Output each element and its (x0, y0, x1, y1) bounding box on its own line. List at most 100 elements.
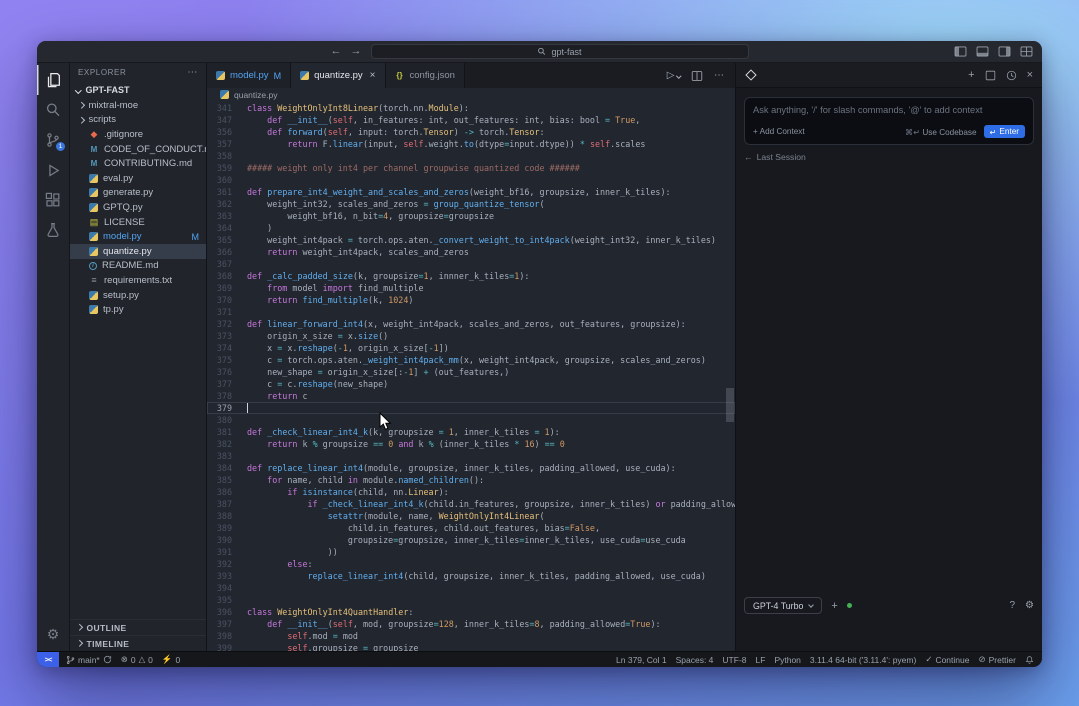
code-line-395[interactable]: 395 (207, 594, 735, 606)
file-item-tp-py[interactable]: tp.py (70, 302, 206, 317)
code-line-388[interactable]: 388 setattr(module, name, WeightOnlyInt4… (207, 510, 735, 522)
settings-gear-icon[interactable]: ⚙ (37, 621, 69, 651)
code-line-371[interactable]: 371 (207, 306, 735, 318)
run-debug-icon[interactable] (37, 155, 69, 185)
code-line-363[interactable]: 363 weight_bf16, n_bit=4, groupsize=grou… (207, 210, 735, 222)
file-item-contributing-md[interactable]: MCONTRIBUTING.md (70, 156, 206, 171)
code-line-364[interactable]: 364 ) (207, 222, 735, 234)
add-context-button[interactable]: + Add Context (753, 127, 805, 136)
code-line-357[interactable]: 357 return F.linear(input, self.weight.t… (207, 138, 735, 150)
code-line-375[interactable]: 375 c = torch.ops.aten._weight_int4pack_… (207, 354, 735, 366)
maximize-panel-icon[interactable] (985, 70, 996, 81)
code-line-358[interactable]: 358 (207, 150, 735, 162)
code-line-373[interactable]: 373 origin_x_size = x.size() (207, 330, 735, 342)
code-line-370[interactable]: 370 return find_multiple(k, 1024) (207, 294, 735, 306)
file-item-license[interactable]: ▤LICENSE (70, 215, 206, 230)
tab-config-json[interactable]: {}config.json (386, 63, 465, 88)
code-line-369[interactable]: 369 from model import find_multiple (207, 282, 735, 294)
use-codebase-button[interactable]: ⌘↵ Use Codebase (905, 127, 977, 137)
code-line-399[interactable]: 399 self.groupsize = groupsize (207, 642, 735, 651)
git-branch-indicator[interactable]: main* (66, 655, 112, 665)
python-interpreter[interactable]: 3.11.4 64-bit ('3.11.4': pyem) (810, 655, 916, 665)
enter-button[interactable]: ↵ Enter (984, 125, 1025, 138)
file-item-readme-md[interactable]: iREADME.md (70, 259, 206, 274)
code-line-377[interactable]: 377 c = c.reshape(new_shape) (207, 378, 735, 390)
extensions-icon[interactable] (37, 185, 69, 215)
code-line-376[interactable]: 376 new_shape = origin_x_size[:-1] + (ou… (207, 366, 735, 378)
code-line-386[interactable]: 386 if isinstance(child, nn.Linear): (207, 486, 735, 498)
customize-layout-icon[interactable] (1020, 45, 1033, 58)
code-line-381[interactable]: 381def _check_linear_int4_k(k, groupsize… (207, 426, 735, 438)
forward-button[interactable]: → (351, 46, 362, 57)
code-line-393[interactable]: 393 replace_linear_int4(child, groupsize… (207, 570, 735, 582)
code-line-379[interactable]: 379 (207, 402, 735, 414)
code-line-394[interactable]: 394 (207, 582, 735, 594)
code-line-347[interactable]: 347 def __init__(self, in_features: int,… (207, 114, 735, 126)
continue-status[interactable]: ✓ Continue (925, 654, 969, 665)
code-line-383[interactable]: 383 (207, 450, 735, 462)
file-item-code-of-conduct-md[interactable]: MCODE_OF_CONDUCT.md (70, 142, 206, 157)
code-line-384[interactable]: 384def replace_linear_int4(module, group… (207, 462, 735, 474)
editor-scrollbar[interactable] (726, 388, 734, 422)
source-control-icon[interactable]: 1 (37, 125, 69, 155)
folder-item-scripts[interactable]: scripts (70, 113, 206, 128)
explorer-more-actions-icon[interactable]: ⋯ (187, 67, 198, 78)
editor-more-actions-icon[interactable]: ⋯ (714, 70, 724, 81)
run-python-file-button[interactable]: ▷ (667, 70, 680, 81)
last-session-link[interactable]: ← Last Session (744, 152, 1034, 162)
code-line-378[interactable]: 378 return c (207, 390, 735, 402)
code-line-365[interactable]: 365 weight_int4pack = torch.ops.aten._co… (207, 234, 735, 246)
code-line-389[interactable]: 389 child.in_features, child.out_feature… (207, 522, 735, 534)
testing-icon[interactable] (37, 215, 69, 245)
code-line-392[interactable]: 392 else: (207, 558, 735, 570)
model-selector[interactable]: GPT-4 Turbo (744, 597, 822, 614)
panel-settings-gear-icon[interactable]: ⚙ (1025, 600, 1034, 611)
file-item-model-py[interactable]: model.pyM (70, 229, 206, 244)
file-item-setup-py[interactable]: setup.py (70, 288, 206, 303)
code-line-372[interactable]: 372def linear_forward_int4(x, weight_int… (207, 318, 735, 330)
code-line-356[interactable]: 356 def forward(self, input: torch.Tenso… (207, 126, 735, 138)
code-line-385[interactable]: 385 for name, child in module.named_chil… (207, 474, 735, 486)
tab-model-py[interactable]: model.pyM (207, 63, 291, 88)
outline-section[interactable]: OUTLINE (70, 619, 206, 635)
code-line-368[interactable]: 368def _calc_padded_size(k, groupsize=1,… (207, 270, 735, 282)
breadcrumb[interactable]: quantize.py (207, 88, 735, 101)
toggle-sidebar-icon[interactable] (954, 45, 967, 58)
file-item-generate-py[interactable]: generate.py (70, 186, 206, 201)
chat-input[interactable]: Ask anything, '/' for slash commands, '@… (744, 97, 1034, 145)
file-item-gptq-py[interactable]: GPTQ.py (70, 200, 206, 215)
code-line-396[interactable]: 396class WeightOnlyInt4QuantHandler: (207, 606, 735, 618)
split-editor-icon[interactable] (691, 70, 703, 82)
file-item-requirements-txt[interactable]: ≡requirements.txt (70, 273, 206, 288)
encoding-indicator[interactable]: UTF-8 (722, 655, 746, 665)
code-line-397[interactable]: 397 def __init__(self, mod, groupsize=12… (207, 618, 735, 630)
code-line-387[interactable]: 387 if _check_linear_int4_k(child.in_fea… (207, 498, 735, 510)
file-item-eval-py[interactable]: eval.py (70, 171, 206, 186)
code-line-341[interactable]: 341class WeightOnlyInt8Linear(torch.nn.M… (207, 102, 735, 114)
command-center-search[interactable]: gpt-fast (371, 44, 749, 59)
search-sidebar-icon[interactable] (37, 95, 69, 125)
toggle-panel-icon[interactable] (976, 45, 989, 58)
code-line-382[interactable]: 382 return k % groupsize == 0 and k % (i… (207, 438, 735, 450)
add-model-button[interactable]: + (829, 600, 839, 612)
history-icon[interactable] (1006, 70, 1017, 81)
code-line-367[interactable]: 367 (207, 258, 735, 270)
remote-indicator[interactable]: >< (37, 652, 59, 667)
folder-item-mixtral-moe[interactable]: mixtral-moe (70, 98, 206, 113)
file-item-quantize-py[interactable]: quantize.py (70, 244, 206, 259)
back-button[interactable]: ← (331, 46, 342, 57)
help-icon[interactable]: ? (1009, 600, 1015, 611)
notifications-bell-icon[interactable] (1025, 655, 1034, 665)
explorer-icon[interactable] (37, 65, 69, 95)
code-line-366[interactable]: 366 return weight_int4pack, scales_and_z… (207, 246, 735, 258)
close-panel-icon[interactable]: × (1027, 69, 1033, 81)
code-line-361[interactable]: 361def prepare_int4_weight_and_scales_an… (207, 186, 735, 198)
code-line-374[interactable]: 374 x = x.reshape(-1, origin_x_size[-1]) (207, 342, 735, 354)
code-editor[interactable]: 341class WeightOnlyInt8Linear(torch.nn.M… (207, 101, 735, 651)
timeline-section[interactable]: TIMELINE (70, 635, 206, 651)
code-line-391[interactable]: 391 )) (207, 546, 735, 558)
tab-quantize-py[interactable]: quantize.py× (291, 63, 385, 88)
language-mode[interactable]: Python (774, 655, 800, 665)
code-line-360[interactable]: 360 (207, 174, 735, 186)
code-line-362[interactable]: 362 weight_int32, scales_and_zeros = gro… (207, 198, 735, 210)
